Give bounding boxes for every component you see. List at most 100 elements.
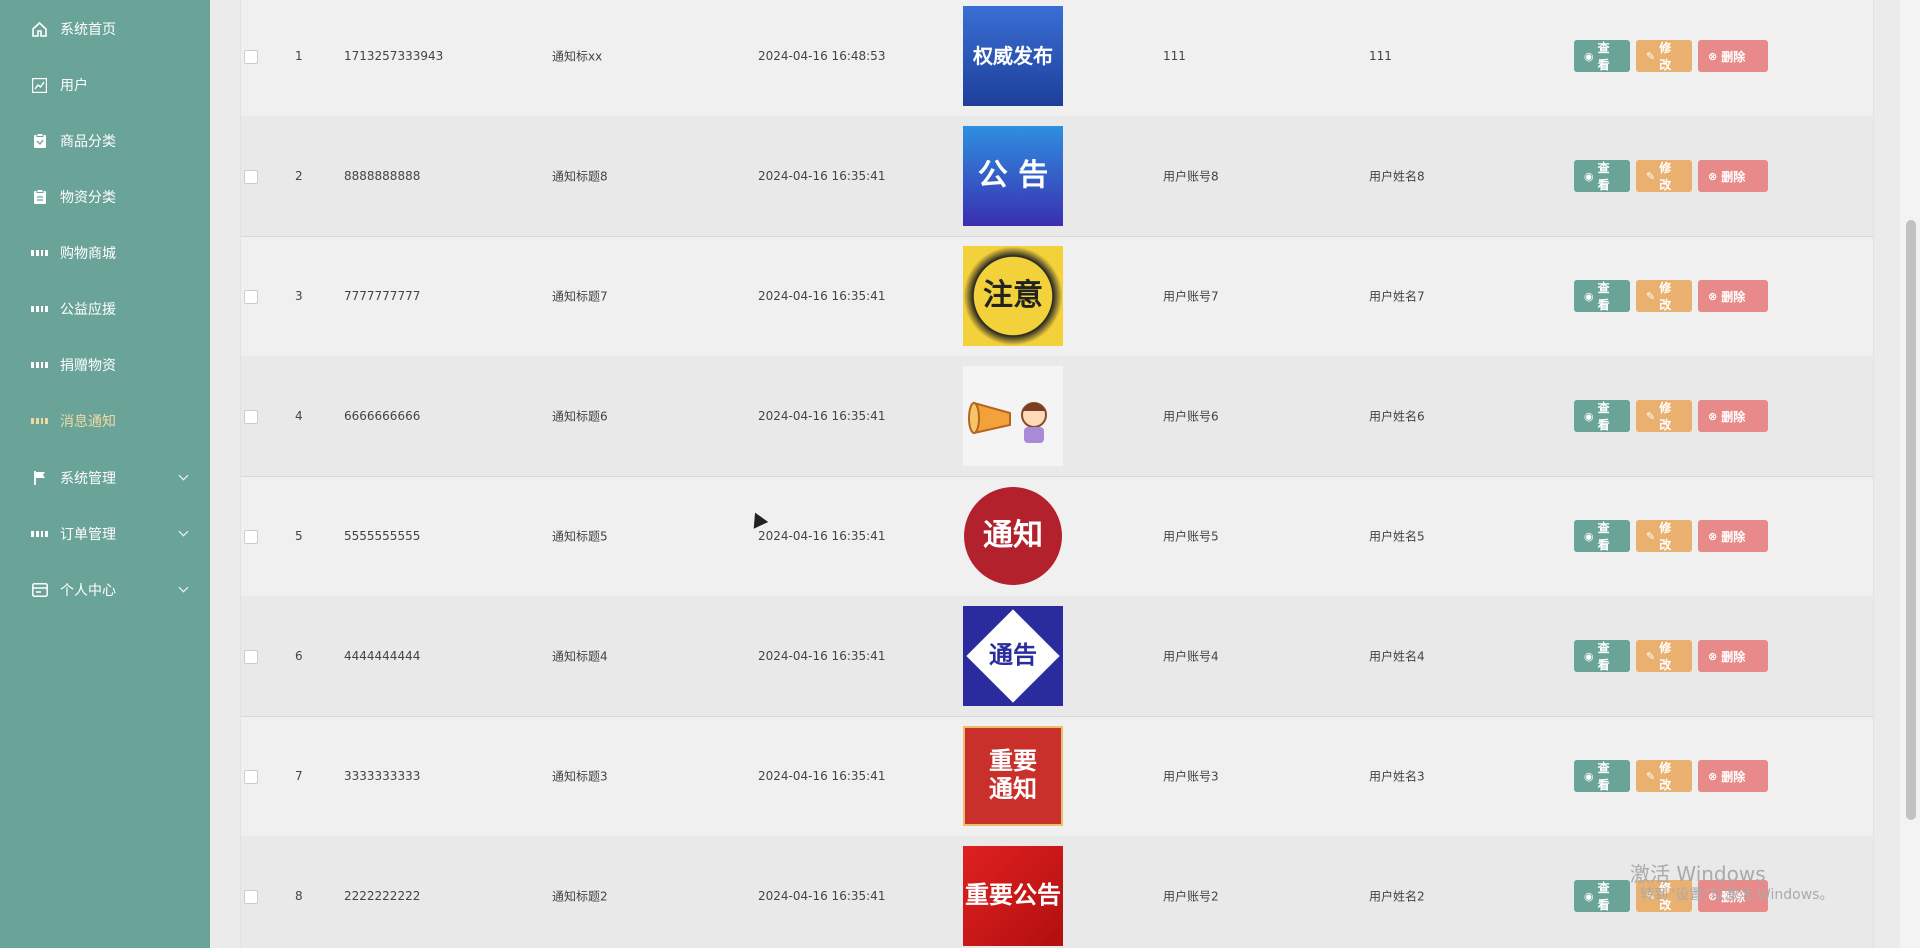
notice-image-text: 注意 — [963, 246, 1063, 346]
view-button[interactable]: ◉ 查看 — [1574, 160, 1630, 192]
notice-time: 2024-04-16 16:35:41 — [758, 169, 886, 183]
row-checkbox[interactable] — [244, 50, 258, 64]
view-button[interactable]: ◉ 查看 — [1574, 640, 1630, 672]
delete-button[interactable]: ⊗ 删除 — [1698, 280, 1768, 312]
eye-icon: ◉ — [1584, 169, 1594, 183]
view-button[interactable]: ◉ 查看 — [1574, 400, 1630, 432]
sidebar-item-system[interactable]: 系统管理 — [0, 458, 210, 498]
notice-number: 8888888888 — [344, 169, 421, 183]
view-button[interactable]: ◉ 查看 — [1574, 760, 1630, 792]
eye-icon: ◉ — [1584, 49, 1594, 63]
notice-image: 权威发布 — [963, 6, 1063, 106]
edit-button[interactable]: ✎ 修改 — [1636, 160, 1692, 192]
notice-title: 通知标题3 — [552, 769, 608, 784]
delete-button[interactable]: ⊗ 删除 — [1698, 160, 1768, 192]
flag-icon — [31, 470, 48, 487]
row-checkbox[interactable] — [244, 170, 258, 184]
row-checkbox[interactable] — [244, 290, 258, 304]
row-actions: ◉ 查看 ✎ 修改 ⊗ 删除 — [1574, 400, 1768, 432]
sidebar-item-notifications[interactable]: 消息通知 — [0, 401, 210, 441]
delete-button[interactable]: ⊗ 删除 — [1698, 40, 1768, 72]
view-button-label: 查看 — [1597, 41, 1610, 72]
view-button-label: 查看 — [1597, 521, 1610, 552]
user-account: 用户账号7 — [1163, 289, 1219, 304]
delete-button[interactable]: ⊗ 删除 — [1698, 400, 1768, 432]
notice-title: 通知标xx — [552, 49, 603, 64]
delete-button-label: 删除 — [1721, 49, 1746, 64]
notice-image: 注意 — [963, 246, 1063, 346]
sidebar-item-label: 购物商城 — [60, 246, 116, 262]
sidebar-item-goods-category[interactable]: 商品分类 — [0, 121, 210, 161]
notice-image-text: 权威发布 — [963, 6, 1063, 106]
edit-button[interactable]: ✎ 修改 — [1636, 400, 1692, 432]
table-row: 7 3333333333 通知标题3 2024-04-16 16:35:41 重… — [241, 716, 1873, 837]
notice-number: 3333333333 — [344, 769, 421, 783]
row-checkbox[interactable] — [244, 890, 258, 904]
grid-icon — [31, 413, 48, 430]
edit-button[interactable]: ✎ 修改 — [1636, 640, 1692, 672]
sidebar-item-label: 物资分类 — [60, 190, 116, 206]
eye-icon: ◉ — [1584, 889, 1594, 903]
sidebar-item-profile[interactable]: 个人中心 — [0, 570, 210, 610]
sidebar-item-supplies-category[interactable]: 物资分类 — [0, 177, 210, 217]
vertical-scrollbar[interactable] — [1900, 0, 1920, 948]
notice-time: 2024-04-16 16:35:41 — [758, 649, 886, 663]
view-button[interactable]: ◉ 查看 — [1574, 280, 1630, 312]
view-button-label: 查看 — [1597, 281, 1610, 312]
edit-button-label: 修改 — [1659, 401, 1672, 432]
edit-button[interactable]: ✎ 修改 — [1636, 280, 1692, 312]
user-account: 用户账号3 — [1163, 769, 1219, 784]
chevron-down-icon — [178, 526, 189, 537]
row-actions: ◉ 查看 ✎ 修改 ⊗ 删除 — [1574, 520, 1768, 552]
delete-button[interactable]: ⊗ 删除 — [1698, 520, 1768, 552]
delete-button-label: 删除 — [1721, 769, 1746, 784]
megaphone-illustration — [963, 366, 1063, 466]
eye-icon: ◉ — [1584, 529, 1594, 543]
notice-image-text: 通知 — [964, 487, 1062, 585]
row-checkbox[interactable] — [244, 530, 258, 544]
delete-button[interactable]: ⊗ 删除 — [1698, 640, 1768, 672]
delete-button[interactable]: ⊗ 删除 — [1698, 760, 1768, 792]
notice-image-text: 通告 — [989, 641, 1037, 670]
notice-time: 2024-04-16 16:35:41 — [758, 409, 886, 423]
row-checkbox[interactable] — [244, 410, 258, 424]
view-button[interactable]: ◉ 查看 — [1574, 880, 1630, 912]
sidebar-item-shop[interactable]: 购物商城 — [0, 233, 210, 273]
close-circle-icon: ⊗ — [1708, 529, 1718, 543]
card-icon — [31, 582, 48, 599]
sidebar-item-label: 系统首页 — [60, 22, 116, 38]
user-name: 用户姓名3 — [1369, 769, 1425, 784]
row-index: 4 — [295, 409, 303, 423]
eye-icon: ◉ — [1584, 409, 1594, 423]
close-circle-icon: ⊗ — [1708, 49, 1718, 63]
sidebar-item-donation[interactable]: 捐赠物资 — [0, 345, 210, 385]
sidebar-item-orders[interactable]: 订单管理 — [0, 514, 210, 554]
edit-button[interactable]: ✎ 修改 — [1636, 40, 1692, 72]
edit-icon: ✎ — [1646, 529, 1656, 543]
sidebar-item-home[interactable]: 系统首页 — [0, 9, 210, 49]
edit-button[interactable]: ✎ 修改 — [1636, 520, 1692, 552]
notice-time: 2024-04-16 16:35:41 — [758, 889, 886, 903]
chevron-down-icon — [178, 582, 189, 593]
row-checkbox[interactable] — [244, 650, 258, 664]
row-actions: ◉ 查看 ✎ 修改 ⊗ 删除 — [1574, 280, 1768, 312]
notice-title: 通知标题4 — [552, 649, 608, 664]
sidebar-item-users[interactable]: 用户 — [0, 65, 210, 105]
view-button[interactable]: ◉ 查看 — [1574, 40, 1630, 72]
edit-icon: ✎ — [1646, 649, 1656, 663]
sidebar-item-label: 系统管理 — [60, 471, 116, 487]
notice-image: 通知 — [963, 486, 1063, 586]
row-index: 3 — [295, 289, 303, 303]
user-account: 用户账号8 — [1163, 169, 1219, 184]
scrollbar-thumb[interactable] — [1906, 220, 1916, 820]
main-content: 1 1713257333943 通知标xx 2024-04-16 16:48:5… — [210, 0, 1900, 948]
row-checkbox[interactable] — [244, 770, 258, 784]
user-name: 用户姓名7 — [1369, 289, 1425, 304]
view-button[interactable]: ◉ 查看 — [1574, 520, 1630, 552]
close-circle-icon: ⊗ — [1708, 649, 1718, 663]
notice-image: 公 告 — [963, 126, 1063, 226]
user-name: 用户姓名4 — [1369, 649, 1425, 664]
sidebar-item-charity[interactable]: 公益应援 — [0, 289, 210, 329]
edit-button[interactable]: ✎ 修改 — [1636, 760, 1692, 792]
notice-number: 7777777777 — [344, 289, 421, 303]
